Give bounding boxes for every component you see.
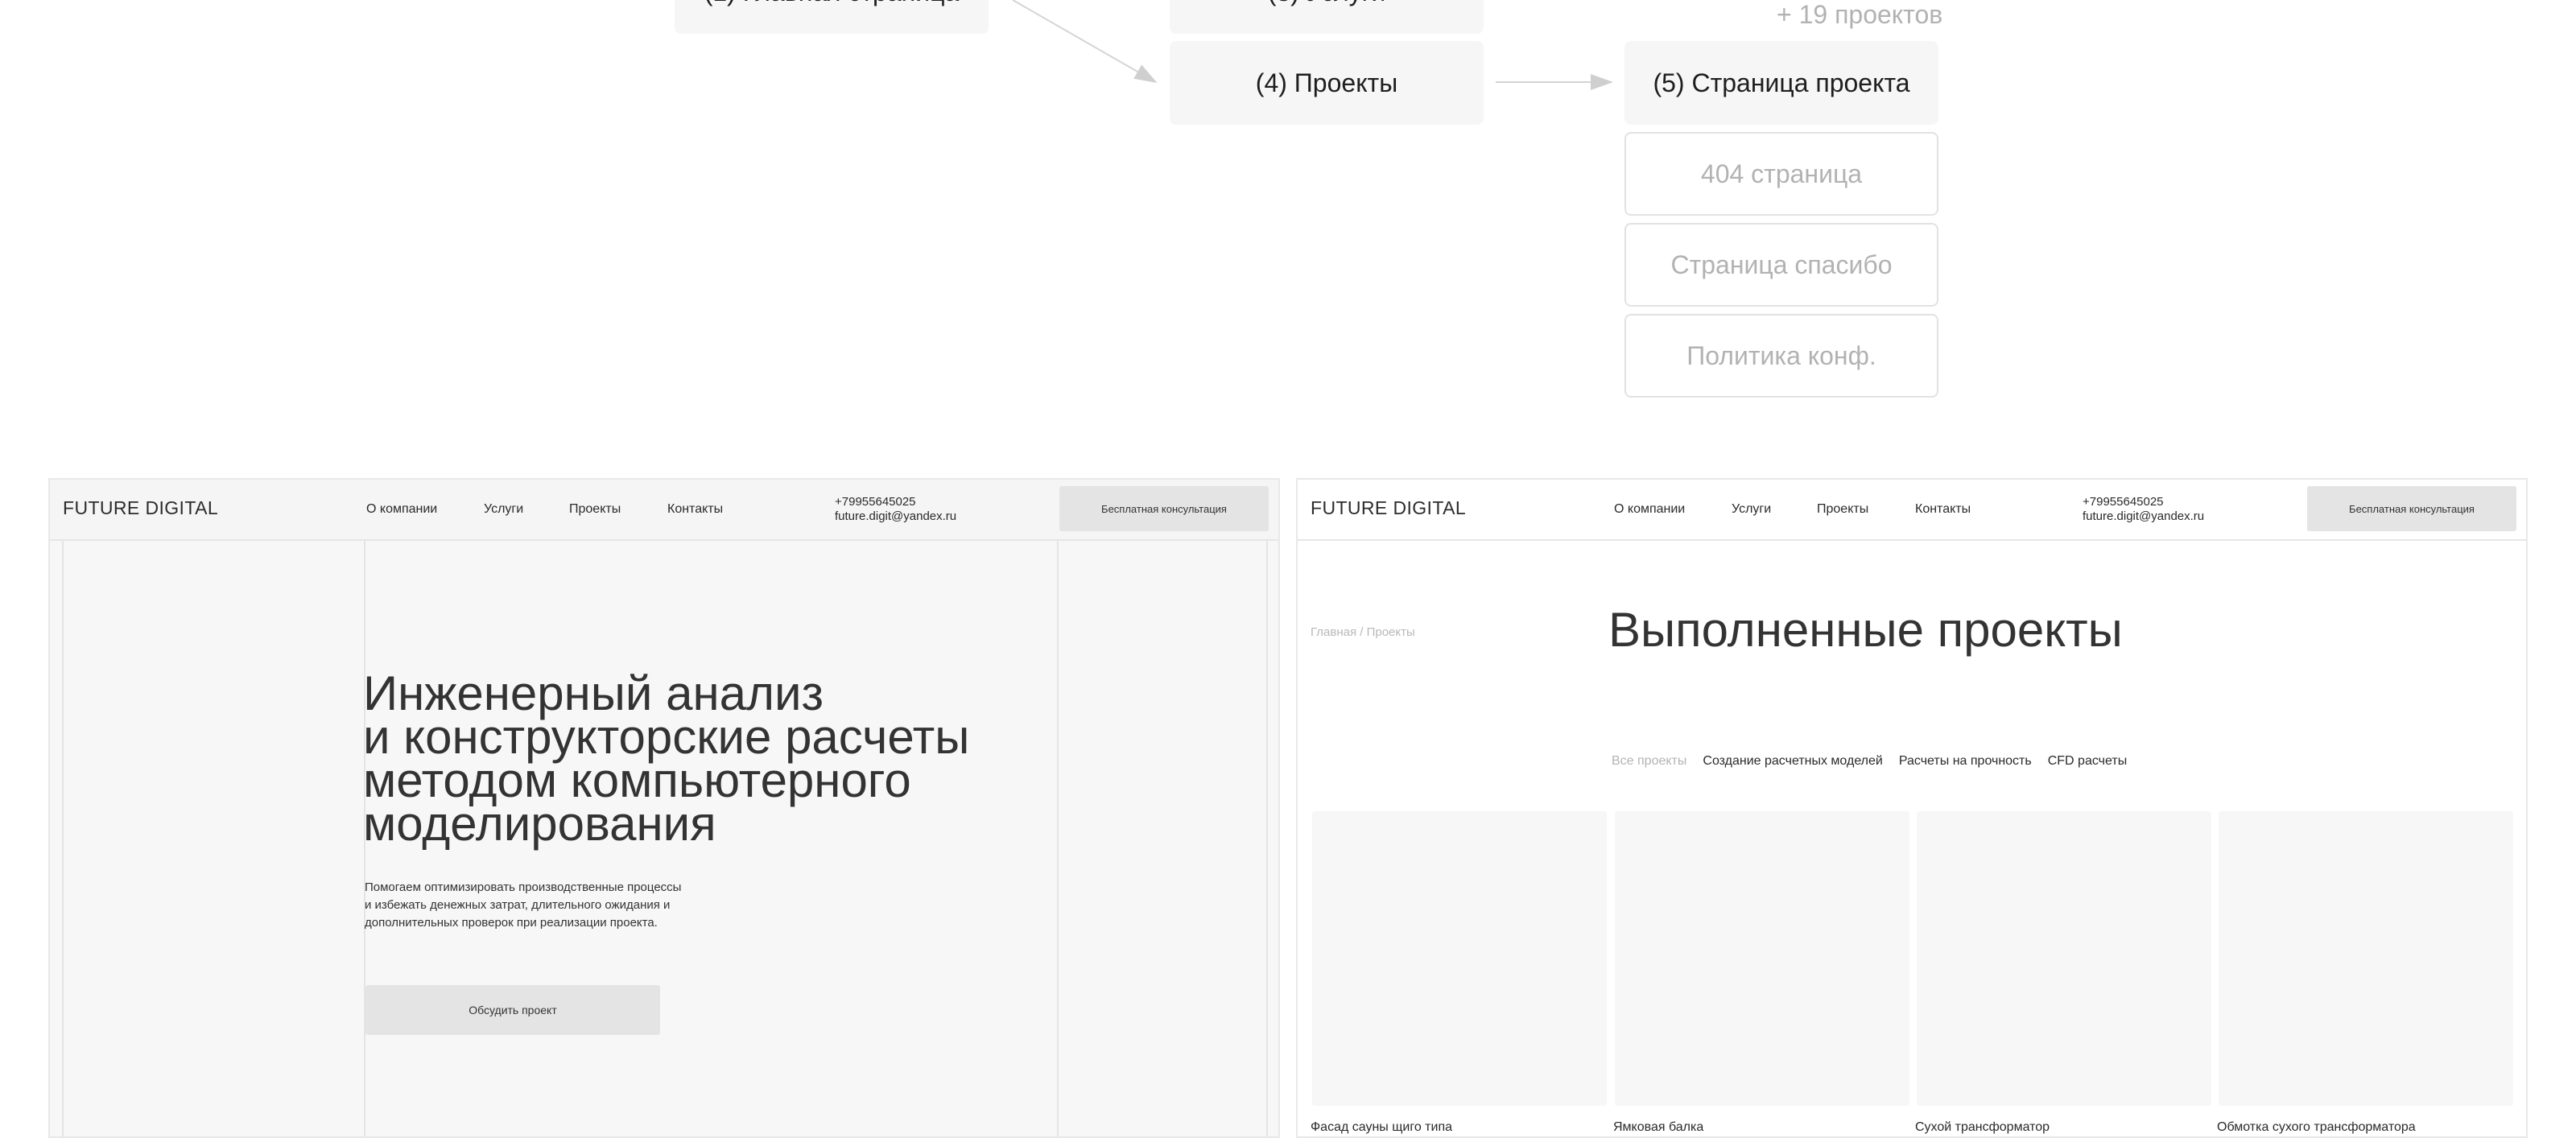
sitemap-node-privacy[interactable]: Политика конф. <box>1624 314 1938 398</box>
grid-line <box>1057 541 1059 1136</box>
project-filters: Все проекты Создание расчетных моделей Р… <box>1612 754 2127 769</box>
nav-projects[interactable]: Проекты <box>569 502 621 517</box>
home-page-frame: FUTURE DIGITAL О компании Услуги Проекты… <box>48 478 1280 1138</box>
sitemap-node-services[interactable]: (3) Услуги <box>1170 0 1484 34</box>
grid-line <box>62 541 64 1136</box>
nav-services[interactable]: Услуги <box>484 502 523 517</box>
nav-services[interactable]: Услуги <box>1732 502 1771 517</box>
filter-strength[interactable]: Расчеты на прочность <box>1899 754 2032 769</box>
breadcrumb[interactable]: Главная / Проекты <box>1311 625 1415 639</box>
sitemap-node-projects[interactable]: (4) Проекты <box>1170 41 1484 125</box>
grid-line <box>1266 541 1268 1136</box>
project-card-title[interactable]: Ямковая балка <box>1613 1120 1703 1135</box>
sitemap-node-404[interactable]: 404 страница <box>1624 132 1938 216</box>
discuss-project-button[interactable]: Обсудить проект <box>365 985 660 1035</box>
project-card-image[interactable] <box>2219 811 2513 1106</box>
phone-link[interactable]: +79955645025 <box>2083 495 2204 509</box>
filter-cfd[interactable]: CFD расчеты <box>2048 754 2127 769</box>
page-title: Выполненные проекты <box>1608 603 2123 657</box>
nav-contacts[interactable]: Контакты <box>667 502 723 517</box>
email-link[interactable]: future.digit@yandex.ru <box>835 509 956 524</box>
logo[interactable]: FUTURE DIGITAL <box>1311 497 1466 519</box>
project-card-image[interactable] <box>1917 811 2211 1106</box>
project-card-title[interactable]: Обмотка сухого трансформатора <box>2217 1120 2416 1135</box>
contact-block: +79955645025 future.digit@yandex.ru <box>2083 495 2204 524</box>
project-card-title[interactable]: Сухой трансформатор <box>1915 1120 2050 1135</box>
sitemap-node-main[interactable]: (1) Главная страница <box>675 0 989 34</box>
hero-subtitle: Помогаем оптимизировать производственные… <box>365 880 682 930</box>
nav-contacts[interactable]: Контакты <box>1915 502 1971 517</box>
nav-about[interactable]: О компании <box>366 502 437 517</box>
sitemap-node-project-page[interactable]: (5) Страница проекта <box>1624 41 1938 125</box>
project-card-image[interactable] <box>1312 811 1607 1106</box>
home-header: FUTURE DIGITAL О компании Услуги Проекты… <box>50 480 1278 541</box>
filter-models[interactable]: Создание расчетных моделей <box>1703 754 1882 769</box>
sitemap-node-thanks[interactable]: Страница спасибо <box>1624 223 1938 307</box>
project-card-image[interactable] <box>1615 811 1909 1106</box>
more-projects-label: + 19 проектов <box>1777 0 1943 29</box>
arrow-main-to-projects <box>1012 0 1158 83</box>
projects-page-frame: FUTURE DIGITAL О компании Услуги Проекты… <box>1296 478 2528 1138</box>
contact-block: +79955645025 future.digit@yandex.ru <box>835 495 956 524</box>
nav-about[interactable]: О компании <box>1614 502 1685 517</box>
project-card-title[interactable]: Фасад сауны щиго типа <box>1311 1120 1452 1135</box>
filter-all[interactable]: Все проекты <box>1612 754 1686 769</box>
free-consultation-button[interactable]: Бесплатная консультация <box>1059 486 1269 531</box>
email-link[interactable]: future.digit@yandex.ru <box>2083 509 2204 524</box>
hero-section: Инженерный анализ и конструкторские расч… <box>50 541 1278 1136</box>
projects-header: FUTURE DIGITAL О компании Услуги Проекты… <box>1298 480 2526 541</box>
logo[interactable]: FUTURE DIGITAL <box>63 497 218 519</box>
free-consultation-button[interactable]: Бесплатная консультация <box>2307 486 2516 531</box>
phone-link[interactable]: +79955645025 <box>835 495 956 509</box>
hero-title: Инженерный анализ и конструкторские расч… <box>363 666 970 851</box>
nav-projects[interactable]: Проекты <box>1817 502 1868 517</box>
